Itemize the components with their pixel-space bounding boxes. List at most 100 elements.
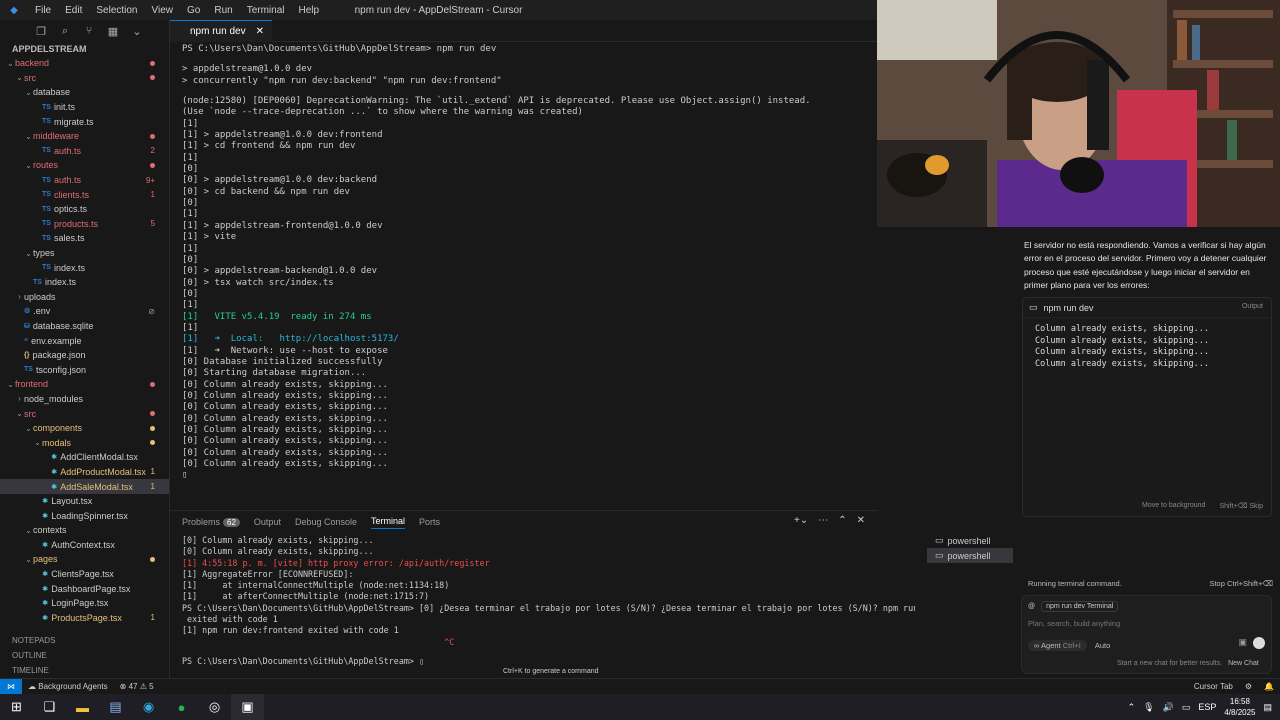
input-language[interactable]: ESP <box>1198 702 1216 712</box>
remote-icon[interactable]: ⋈ <box>0 678 22 695</box>
image-icon[interactable]: ▣ <box>1238 637 1247 648</box>
menu-item-help[interactable]: Help <box>292 5 327 16</box>
tree-file[interactable]: TS index.ts <box>0 275 169 290</box>
tab-npm-run-dev[interactable]: npm run dev ✕ <box>170 20 272 42</box>
close-icon[interactable]: ✕ <box>256 26 264 37</box>
cursor-tab-status[interactable]: Cursor Tab <box>1188 682 1239 691</box>
volume-icon[interactable]: 🔊 <box>1163 702 1174 713</box>
extensions-icon[interactable]: ▦ <box>106 25 120 38</box>
menu-item-edit[interactable]: Edit <box>58 5 89 16</box>
notepads-section[interactable]: NOTEPADS <box>0 634 169 648</box>
tree-file[interactable]: TS products.ts 5 <box>0 217 169 232</box>
skip-button[interactable]: Shift+⌫ Skip <box>1219 502 1263 510</box>
tree-folder[interactable]: ⌄ routes <box>0 158 169 173</box>
tree-folder[interactable]: ⌄ components <box>0 421 169 436</box>
tree-folder[interactable]: ⌄ types <box>0 246 169 261</box>
new-chat-button[interactable]: New Chat <box>1228 660 1259 667</box>
spotify-icon[interactable]: ● <box>165 694 198 720</box>
tree-file[interactable]: TS sales.ts <box>0 231 169 246</box>
panel-tab-terminal[interactable]: Terminal <box>371 516 406 529</box>
tree-folder[interactable]: › uploads <box>0 290 169 305</box>
tree-folder[interactable]: ⌄ contexts <box>0 523 169 538</box>
cursor-app-icon[interactable]: ▣ <box>231 694 264 720</box>
tree-folder[interactable]: ⌄ src <box>0 71 169 86</box>
terminal-output[interactable]: [0] Column already exists, skipping... [0… <box>170 533 915 673</box>
tree-file[interactable]: ⚛ AddSaleModal.tsx 1 <box>0 479 169 494</box>
tree-file[interactable]: TS index.ts <box>0 260 169 275</box>
files-icon[interactable]: ❐ <box>34 25 48 38</box>
tree-file[interactable]: TS init.ts <box>0 100 169 115</box>
settings-icon[interactable]: ⚙ <box>1239 682 1258 691</box>
close-panel-icon[interactable]: ✕ <box>857 515 865 526</box>
chevron-down-icon[interactable]: ⌄ <box>130 25 144 38</box>
tree-file[interactable]: TS tsconfig.json <box>0 362 169 377</box>
chevron-up-icon[interactable]: ⌃ <box>1128 702 1136 713</box>
tree-file[interactable]: TS auth.ts 2 <box>0 144 169 159</box>
tree-file[interactable]: ⚛ AuthContext.tsx <box>0 538 169 553</box>
problems-status[interactable]: ⊗ 47 ⚠ 5 <box>114 682 160 691</box>
panel-tab-output[interactable]: Output <box>254 517 281 527</box>
background-agents[interactable]: ☁ Background Agents <box>22 682 114 691</box>
tree-file[interactable]: ⚛ AddProductModal.tsx 1 <box>0 465 169 480</box>
timeline-section[interactable]: TIMELINE <box>0 664 169 678</box>
panel-tab-problems[interactable]: Problems 62 <box>182 517 240 527</box>
notification-center-icon[interactable]: ▤ <box>1263 702 1272 713</box>
tree-folder[interactable]: ⌄ modals <box>0 435 169 450</box>
menu-item-selection[interactable]: Selection <box>89 5 144 16</box>
more-icon[interactable]: ⋯ <box>818 515 828 526</box>
menu-item-go[interactable]: Go <box>180 5 207 16</box>
tree-folder[interactable]: ⌄ frontend <box>0 377 169 392</box>
tree-file[interactable]: TS migrate.ts <box>0 114 169 129</box>
tree-file[interactable]: {} package.json <box>0 348 169 363</box>
tree-file[interactable]: ⚛ Layout.tsx <box>0 494 169 509</box>
task-view-icon[interactable]: ❏ <box>33 694 66 720</box>
move-to-background-button[interactable]: Move to background <box>1142 502 1205 510</box>
network-icon[interactable]: ▭ <box>1182 702 1191 713</box>
stop-button[interactable]: Stop Ctrl+Shift+⌫ <box>1209 579 1273 588</box>
microphone-icon[interactable]: 🎙 <box>1143 702 1154 713</box>
tree-folder[interactable]: › node_modules <box>0 392 169 407</box>
menu-item-terminal[interactable]: Terminal <box>240 5 292 16</box>
at-mention-icon[interactable]: @ <box>1028 603 1035 610</box>
tree-file[interactable]: ≡ env.example <box>0 333 169 348</box>
notifications-icon[interactable]: 🔔 <box>1258 682 1280 691</box>
context-pill[interactable]: npm run dev Terminal <box>1041 601 1119 612</box>
add-terminal-icon[interactable]: +⌄ <box>794 515 808 526</box>
obs-icon[interactable]: ◎ <box>198 694 231 720</box>
tree-folder[interactable]: ⌄ backend <box>0 56 169 71</box>
edge-icon[interactable]: ◉ <box>132 694 165 720</box>
menu-item-run[interactable]: Run <box>207 5 239 16</box>
tree-file[interactable]: ⛁ database.sqlite <box>0 319 169 334</box>
tree-file[interactable]: ⚛ ProductsPage.tsx 1 <box>0 611 169 626</box>
tree-file[interactable]: ⚛ LoginPage.tsx <box>0 596 169 611</box>
panel-tab-debug-console[interactable]: Debug Console <box>295 517 357 527</box>
source-control-icon[interactable]: ⑂ <box>82 25 96 37</box>
file-explorer-icon[interactable]: ▬ <box>66 694 99 720</box>
tree-file[interactable]: TS optics.ts <box>0 202 169 217</box>
tree-file[interactable]: TS clients.ts 1 <box>0 187 169 202</box>
clock[interactable]: 16:58 4/8/2025 <box>1224 696 1255 718</box>
chat-input[interactable] <box>1028 616 1228 630</box>
outline-section[interactable]: OUTLINE <box>0 649 169 663</box>
tree-file[interactable]: ⚛ LoadingSpinner.tsx <box>0 508 169 523</box>
search-icon[interactable]: ⌕ <box>58 25 72 38</box>
menu-item-view[interactable]: View <box>145 5 181 16</box>
panel-tab-ports[interactable]: Ports <box>419 517 440 527</box>
app-icon[interactable]: ▤ <box>99 694 132 720</box>
tree-folder[interactable]: ⌄ pages <box>0 552 169 567</box>
send-button[interactable] <box>1253 637 1265 649</box>
tree-file[interactable]: ⚛ DashboardPage.tsx <box>0 581 169 596</box>
menu-item-file[interactable]: File <box>28 5 58 16</box>
tree-file[interactable]: ⚛ AddClientModal.tsx <box>0 450 169 465</box>
tree-folder[interactable]: ⌄ database <box>0 85 169 100</box>
tree-file[interactable]: ⚙ .env ⊘ <box>0 304 169 319</box>
explorer-root[interactable]: APPDELSTREAM <box>0 42 169 56</box>
tree-file[interactable]: ⚛ ClientsPage.tsx <box>0 567 169 582</box>
editor-terminal-output[interactable]: PS C:\Users\Dan\Documents\GitHub\AppDelS… <box>170 42 877 482</box>
tree-folder[interactable]: ⌄ src <box>0 406 169 421</box>
windows-start-icon[interactable]: ⊞ <box>0 694 33 720</box>
agent-mode-button[interactable]: ∞ Agent Ctrl+I <box>1028 640 1087 651</box>
model-selector[interactable]: Auto <box>1095 641 1110 650</box>
maximize-icon[interactable]: ⌃ <box>838 515 846 526</box>
tree-file[interactable]: TS auth.ts 9+ <box>0 173 169 188</box>
